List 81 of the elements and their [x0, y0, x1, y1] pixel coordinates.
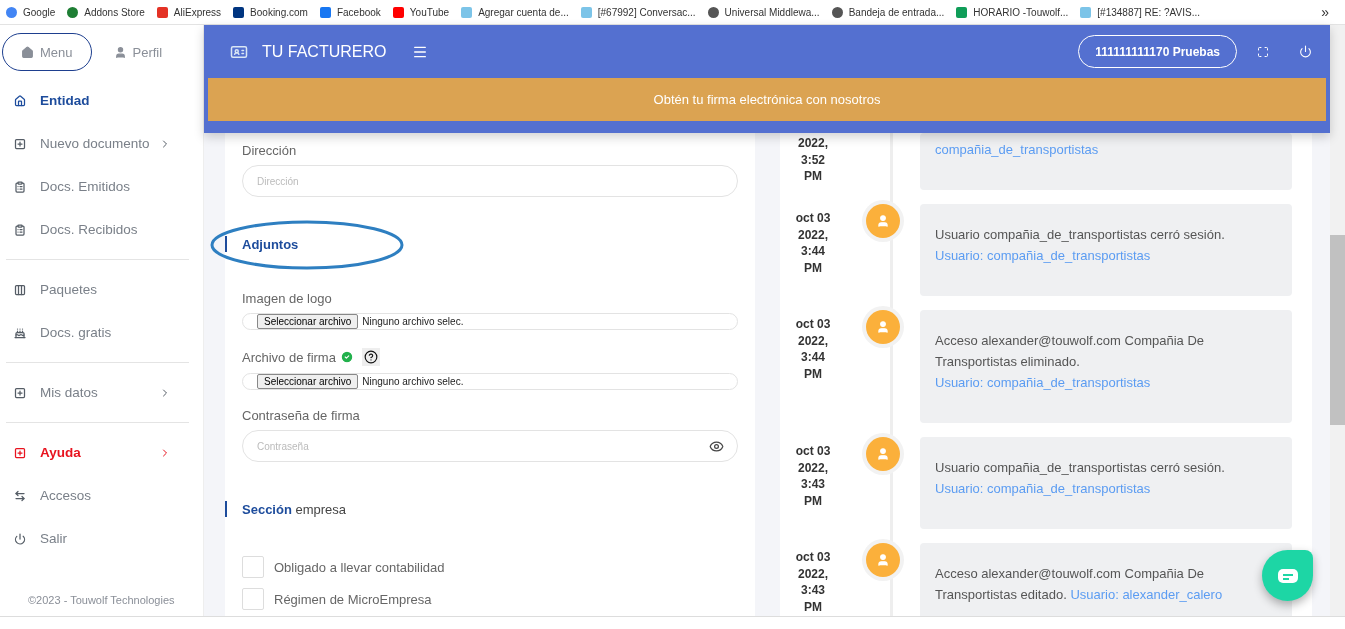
entry-date: 2022, 3:52 PM [797, 135, 829, 185]
favicon-icon [461, 6, 473, 18]
bookmark-link[interactable]: Booking.com [233, 6, 308, 18]
sidebar-item[interactable]: Mis datos [6, 371, 189, 414]
checkbox[interactable] [242, 588, 264, 610]
favicon-icon [392, 6, 404, 18]
field-label: Archivo de firma [242, 349, 336, 365]
entry-date: oct 03 2022, 3:43 PM [794, 549, 832, 616]
sidebar-item[interactable]: Docs. Emitidos [6, 165, 189, 208]
favicon-icon [6, 6, 17, 18]
bookmarks-overflow[interactable]: » [1321, 4, 1329, 20]
file-status: Ninguno archivo selec. [362, 376, 464, 387]
entry-date: oct 03 2022, 3:44 PM [794, 316, 832, 383]
bookmark-link[interactable]: HORARIO -Touwolf... [956, 6, 1069, 18]
check-icon [339, 350, 354, 364]
input-field[interactable]: Dirección [242, 165, 738, 197]
plus-square-icon [14, 386, 26, 399]
sidebar-item[interactable]: Accesos [6, 474, 189, 517]
brand-name: TU FACTURERO [262, 42, 387, 61]
scrollbar[interactable] [1330, 25, 1345, 616]
favicon-icon [156, 6, 168, 18]
sidebar-item[interactable]: Docs. gratis [6, 311, 189, 354]
choose-file-button[interactable]: Seleccionar archivo [257, 314, 359, 329]
choose-file-button[interactable]: Seleccionar archivo [257, 374, 359, 389]
sidebar-item[interactable]: Docs. Recibidos [6, 208, 189, 251]
bookmark-link[interactable]: AliExpress [156, 6, 222, 18]
favicon-icon [1080, 6, 1092, 18]
checkbox-label: Obligado a llevar contabilidad [274, 559, 445, 575]
eye-icon[interactable] [709, 439, 724, 454]
plus-square-icon [14, 446, 26, 459]
arrows-icon [14, 489, 26, 502]
copyright-text: ©2023 - Touwolf Technologies [27, 594, 176, 608]
field-label: Contraseña de firma [242, 408, 361, 423]
sidebar-item[interactable]: Paquetes [6, 268, 189, 311]
chat-icon [1276, 567, 1299, 584]
home-icon [14, 94, 26, 107]
bookmark-link[interactable]: Google [6, 6, 56, 18]
favicon-icon [319, 6, 331, 18]
field-label: Imagen de logo [242, 291, 332, 306]
sidebar-item[interactable]: Salir [6, 517, 189, 560]
bookmark-link[interactable]: Universal Middlewa... [707, 6, 820, 18]
sidebar-item[interactable]: Nuevo documento [6, 122, 189, 165]
entry-date: oct 03 2022, 3:44 PM [794, 210, 832, 277]
clipboard-icon [14, 223, 26, 236]
checkbox[interactable] [242, 556, 264, 578]
power-icon [14, 532, 26, 545]
sidebar-item[interactable]: Ayuda [6, 431, 189, 474]
section-title: Sección empresa [242, 502, 347, 517]
field-label: Dirección [242, 143, 298, 158]
fullscreen-icon[interactable] [1257, 45, 1269, 58]
favicon-icon [67, 6, 79, 18]
favicon-icon [707, 6, 719, 18]
file-status: Ninguno archivo selec. [362, 316, 464, 327]
user-icon [113, 45, 127, 59]
favicon-icon [233, 6, 245, 18]
entry-date: oct 03 2022, 3:43 PM [794, 443, 832, 510]
password-field[interactable]: Contraseña [242, 430, 738, 462]
columns-icon [14, 283, 26, 296]
bookmark-link[interactable]: YouTube [392, 6, 450, 18]
bookmark-link[interactable]: Bandeja de entrada... [831, 6, 945, 18]
plus-square-icon [14, 137, 26, 150]
bookmark-link[interactable]: Facebook [319, 6, 381, 18]
bookmark-link[interactable]: Addons Store [67, 6, 145, 18]
checkbox-label: Régimen de MicroEmpresa [274, 591, 432, 607]
section-title: Adjuntos [242, 237, 299, 252]
log-text: Acceso alexander@touwolf.com Compañia De Transportistas editado. Usuario: alexander_calero [935, 566, 1223, 602]
favicon-icon [831, 6, 843, 18]
log-text: Usuario compañia_de_transportistas cerró sesión. Usuario: compañia_de_transportistas [935, 460, 1225, 496]
favicon-icon [956, 6, 968, 18]
bookmark-link[interactable]: [#134887] RE: ?AVIS... [1080, 6, 1200, 18]
favicon-icon [580, 6, 592, 18]
power-icon[interactable] [1299, 45, 1312, 58]
log-text: Usuario compañia_de_transportistas cerró sesión. Usuario: compañia_de_transportistas [935, 227, 1225, 263]
cake-icon [14, 326, 26, 339]
bookmark-link[interactable]: [#67992] Conversac... [580, 6, 696, 18]
log-text: Acceso alexander@touwolf.com Compañia De Transportistas eliminado. Usuario: compañia_de_transportistas [935, 333, 1204, 390]
sidebar-item[interactable]: Entidad [6, 79, 189, 122]
clipboard-icon [14, 180, 26, 193]
bookmark-link[interactable]: Agregar cuenta de... [461, 6, 569, 18]
home-icon [21, 45, 34, 59]
help-icon[interactable] [363, 350, 378, 364]
